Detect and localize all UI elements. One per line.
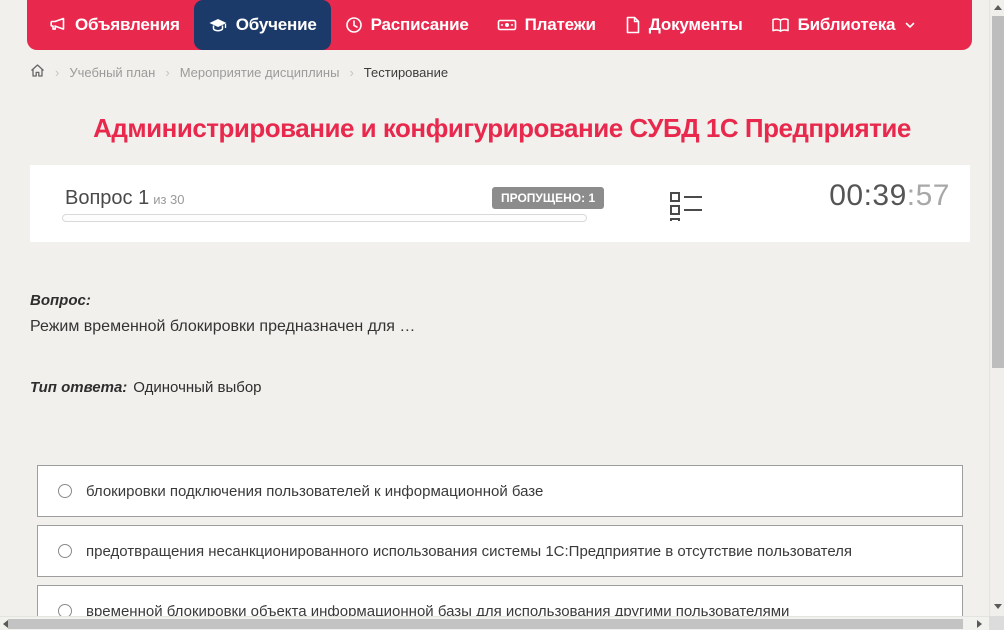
timer-main: 00:39 [829,179,907,212]
scroll-up-arrow-icon[interactable] [994,5,1002,10]
top-navbar: Объявления Обучение Расписание Платежи Д… [27,0,972,50]
nav-item-schedule[interactable]: Расписание [331,0,483,50]
nav-item-label: Объявления [75,15,180,35]
answer-type-value: Одиночный выбор [133,379,261,396]
graduation-cap-icon [208,16,228,34]
answer-option[interactable]: блокировки подключения пользователей к и… [37,465,963,517]
question-total: из 30 [153,192,184,207]
question-heading: Вопрос: [30,292,91,309]
answer-option-label: блокировки подключения пользователей к и… [86,483,543,500]
payment-icon [497,16,517,34]
nav-item-announcements[interactable]: Объявления [35,0,194,50]
question-progress-bar [62,214,587,222]
breadcrumb-item-testing: Тестирование [364,65,448,80]
nav-item-learning[interactable]: Обучение [194,0,331,50]
home-icon[interactable] [30,63,45,81]
book-icon [771,16,790,34]
nav-item-payments[interactable]: Платежи [483,0,610,50]
nav-item-label: Библиотека [798,15,896,35]
timer: 00:39:57 [829,179,950,213]
horizontal-scrollbar-thumb[interactable] [8,619,963,629]
answer-type: Тип ответа: Одиночный выбор [30,379,262,396]
question-number: Вопрос 1 из 30 [65,187,185,210]
scrollbar-corner [989,616,1004,630]
megaphone-icon [49,16,67,34]
nav-item-library[interactable]: Библиотека [757,0,930,50]
vertical-scrollbar[interactable] [989,0,1004,616]
nav-item-label: Расписание [371,15,469,35]
question-list-button[interactable] [670,191,706,221]
breadcrumb-separator: › [165,65,169,80]
breadcrumb-separator: › [55,65,59,80]
breadcrumb: › Учебный план › Мероприятие дисциплины … [30,63,448,81]
question-text: Режим временной блокировки предназначен … [30,318,415,336]
clock-icon [345,16,363,34]
vertical-scrollbar-thumb[interactable] [992,16,1004,368]
breadcrumb-item-discipline-event[interactable]: Мероприятие дисциплины [180,65,340,80]
document-icon [624,16,641,34]
nav-item-label: Платежи [525,15,596,35]
horizontal-scrollbar[interactable] [0,616,989,630]
scroll-down-arrow-icon[interactable] [994,604,1002,609]
breadcrumb-separator: › [349,65,353,80]
answer-type-label: Тип ответа: [30,379,127,396]
scroll-right-arrow-icon[interactable] [977,620,982,628]
page-title: Администрирование и конфигурирование СУБ… [0,113,1004,144]
chevron-down-icon [905,20,915,30]
question-list-icon [670,208,704,225]
answer-option-label: предотвращения несанкционированного испо… [86,543,852,560]
radio-button[interactable] [58,484,72,498]
question-number-label: Вопрос 1 [65,187,149,209]
radio-button[interactable] [58,544,72,558]
timer-seconds: :57 [907,179,950,212]
answer-option[interactable]: предотвращения несанкционированного испо… [37,525,963,577]
nav-item-label: Обучение [236,15,317,35]
breadcrumb-item-curriculum[interactable]: Учебный план [69,65,155,80]
skipped-badge: ПРОПУЩЕНО: 1 [492,187,604,209]
nav-item-documents[interactable]: Документы [610,0,757,50]
nav-item-label: Документы [649,15,743,35]
question-header-card: Вопрос 1 из 30 ПРОПУЩЕНО: 1 00:39:57 [30,165,970,242]
